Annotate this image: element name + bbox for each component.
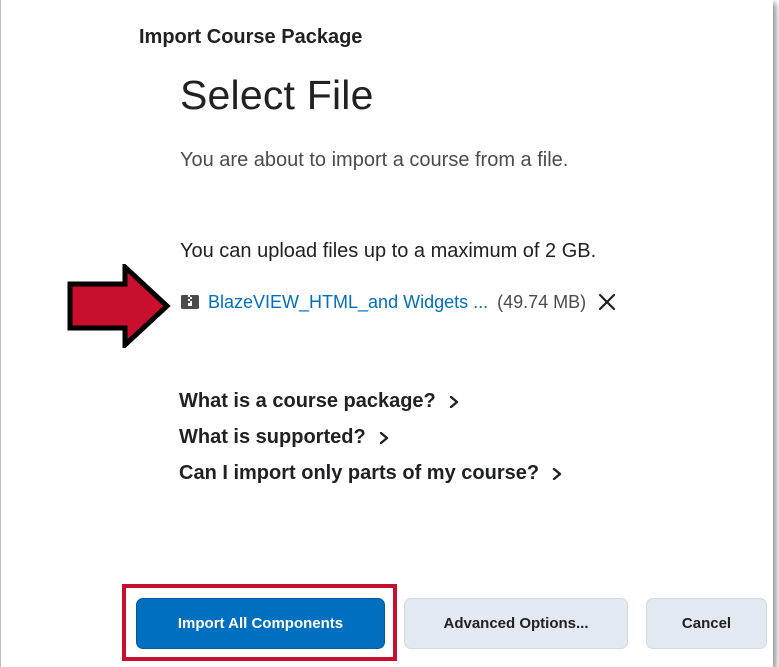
file-name-link[interactable]: BlazeVIEW_HTML_and Widgets ...: [208, 292, 488, 313]
help-link-label: Can I import only parts of my course?: [179, 462, 540, 484]
intro-text: You are about to import a course from a …: [180, 149, 569, 171]
annotation-arrow-icon: [67, 264, 171, 348]
chevron-right-icon: [552, 467, 562, 480]
help-link-label: What is supported?: [179, 426, 366, 448]
help-link-import-parts[interactable]: Can I import only parts of my course?: [179, 462, 563, 485]
breadcrumb: Import Course Package: [139, 26, 363, 48]
chevron-right-icon: [449, 395, 458, 408]
chevron-right-icon: [379, 431, 388, 444]
upload-limit-text: You can upload files up to a maximum of …: [180, 240, 597, 262]
cancel-button[interactable]: Cancel: [646, 598, 767, 649]
import-all-components-button[interactable]: Import All Components: [136, 598, 385, 649]
help-link-supported[interactable]: What is supported?: [179, 426, 390, 449]
import-dialog: Import Course Package Select File You ar…: [0, 0, 773, 667]
file-archive-icon: [181, 295, 199, 309]
help-link-label: What is a course package?: [179, 390, 436, 412]
advanced-options-button[interactable]: Advanced Options...: [404, 598, 628, 649]
uploaded-file-row: BlazeVIEW_HTML_and Widgets ... (49.74 MB…: [181, 290, 616, 314]
close-icon[interactable]: [598, 293, 616, 311]
help-link-course-package[interactable]: What is a course package?: [179, 390, 460, 413]
file-size: (49.74 MB): [497, 291, 587, 312]
page-title: Select File: [180, 72, 374, 118]
